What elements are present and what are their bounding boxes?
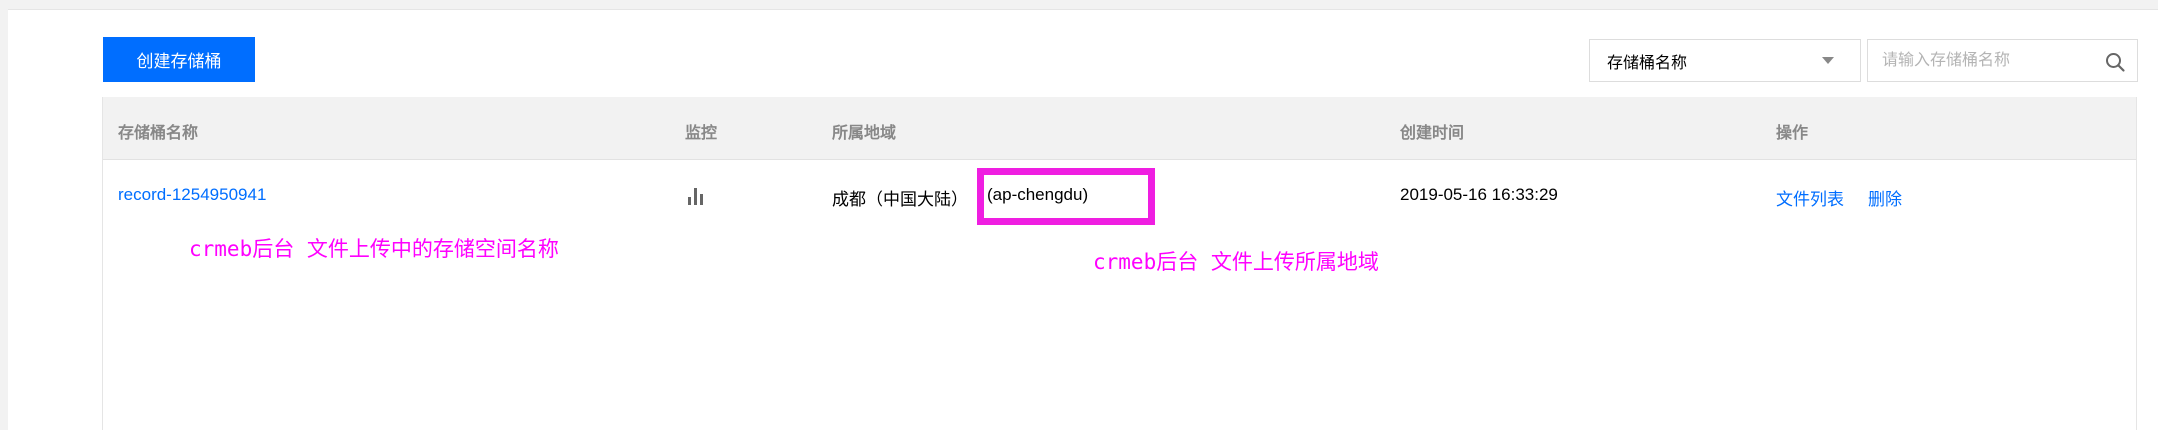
chevron-down-icon	[1822, 57, 1834, 64]
bar-chart-icon[interactable]	[686, 186, 706, 205]
search-box[interactable]	[1867, 39, 2138, 82]
file-list-link[interactable]: 文件列表	[1776, 185, 1844, 210]
created-time: 2019-05-16 16:33:29	[1400, 185, 1558, 204]
column-header-monitor: 监控	[685, 125, 718, 142]
page-background: 创建存储桶 存储桶名称 存储桶名称 监控 所属地域 创建时间 操作 record…	[0, 0, 2158, 430]
search-input[interactable]	[1882, 40, 2102, 81]
region-highlight-box	[977, 168, 1155, 225]
search-icon[interactable]	[2104, 51, 2126, 73]
table-header: 存储桶名称 监控 所属地域 创建时间 操作	[103, 97, 2136, 160]
filter-field-select[interactable]: 存储桶名称	[1589, 39, 1861, 82]
region-name: 成都（中国大陆）	[832, 190, 968, 209]
column-header-bucket-name: 存储桶名称	[118, 125, 199, 142]
bucket-name-link[interactable]: record-1254950941	[118, 185, 266, 205]
delete-link[interactable]: 删除	[1868, 185, 1902, 210]
bucket-name-annotation: crmeb后台 文件上传中的存储空间名称	[189, 237, 559, 261]
bucket-table: 存储桶名称 监控 所属地域 创建时间 操作 record-1254950941 …	[102, 97, 2137, 430]
column-header-region: 所属地域	[832, 125, 897, 142]
filter-field-select-value: 存储桶名称	[1607, 54, 1688, 72]
create-bucket-button[interactable]: 创建存储桶	[103, 37, 255, 82]
column-header-created-time: 创建时间	[1400, 125, 1465, 142]
region-annotation: crmeb后台 文件上传所属地域	[1093, 250, 1379, 274]
column-header-actions: 操作	[1776, 125, 1809, 142]
